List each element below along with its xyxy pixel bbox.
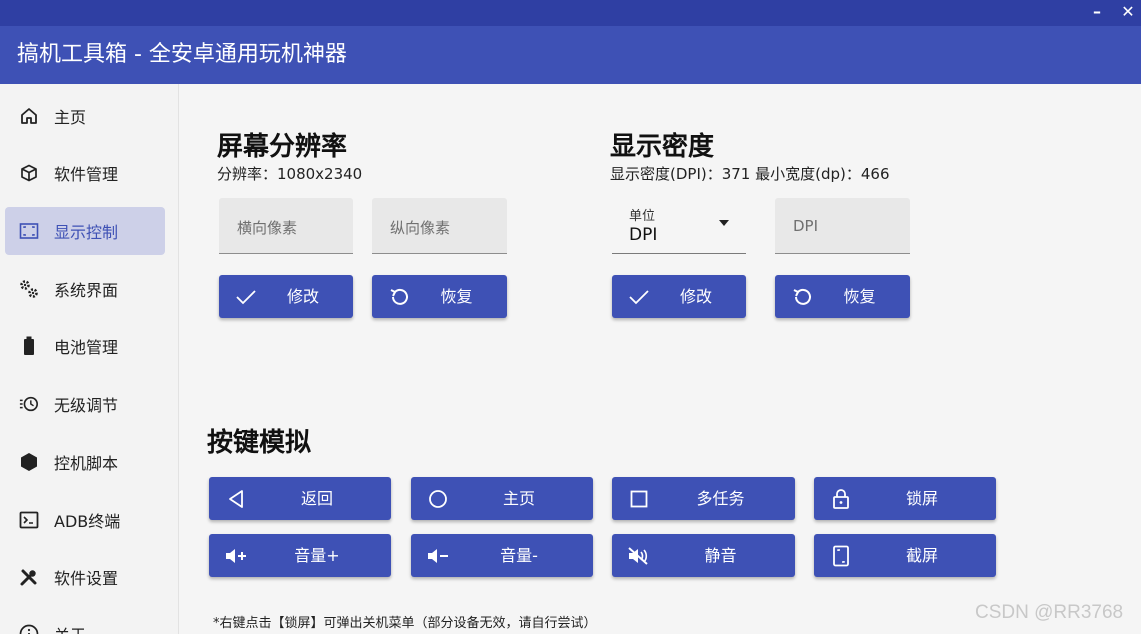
width-pixels-placeholder: 横向像素 xyxy=(237,219,298,237)
density-title: 显示密度 xyxy=(610,132,715,162)
resolution-reset-button[interactable]: 恢复 xyxy=(372,275,507,318)
density-apply-button[interactable]: 修改 xyxy=(612,275,746,318)
recents-square-icon xyxy=(626,477,652,520)
button-label: 多任务 xyxy=(696,489,745,508)
sidebar-item-battery[interactable]: 电池管理 xyxy=(5,322,165,370)
lock-hint-footnote: *右键点击【锁屏】可弹出关机菜单（部分设备无效，请自行尝试） xyxy=(213,616,597,631)
button-label: 锁屏 xyxy=(905,489,938,508)
button-label: 主页 xyxy=(502,489,535,508)
window-titlebar: – ✕ xyxy=(0,0,1141,26)
screenshot-icon xyxy=(828,534,854,577)
hexagon-icon xyxy=(19,452,39,472)
button-label: 截屏 xyxy=(905,546,938,565)
screen-icon xyxy=(19,221,39,241)
dropdown-arrow-icon xyxy=(719,220,729,226)
key-back-button[interactable]: 返回 xyxy=(209,477,391,520)
sidebar-item-label: 电池管理 xyxy=(54,338,119,357)
sidebar-item-label: 软件设置 xyxy=(54,569,119,588)
key-recents-button[interactable]: 多任务 xyxy=(612,477,795,520)
home-circle-icon xyxy=(425,477,451,520)
mute-icon xyxy=(626,534,652,577)
volume-down-icon xyxy=(425,534,451,577)
key-mute-button[interactable]: 静音 xyxy=(612,534,795,577)
button-label: 修改 xyxy=(286,287,319,306)
dpi-placeholder: DPI xyxy=(793,217,819,235)
sidebar-item-scripts[interactable]: 控机脚本 xyxy=(5,438,165,486)
button-label: 修改 xyxy=(679,287,712,306)
check-icon xyxy=(233,275,259,318)
sidebar-item-adb[interactable]: ADB终端 xyxy=(5,496,165,544)
sidebar-item-label: 主页 xyxy=(54,108,87,127)
battery-icon xyxy=(19,336,39,356)
app-header: 搞机工具箱 - 全安卓通用玩机神器 xyxy=(0,26,1141,84)
unit-select-value: DPI xyxy=(629,225,658,245)
height-pixels-placeholder: 纵向像素 xyxy=(390,219,451,237)
button-label: 音量- xyxy=(500,546,538,565)
sidebar-item-software[interactable]: 软件管理 xyxy=(5,149,165,197)
sidebar-item-label: 无级调节 xyxy=(54,396,119,415)
sidebar-item-label: 显示控制 xyxy=(54,223,119,242)
sidebar-item-display[interactable]: 显示控制 xyxy=(5,207,165,255)
dpi-input[interactable]: DPI xyxy=(775,198,910,254)
sidebar-item-about[interactable]: 关于 xyxy=(5,610,165,634)
sidebar-item-settings[interactable]: 软件设置 xyxy=(5,553,165,601)
sidebar-item-label: 系统界面 xyxy=(54,281,119,300)
timer-icon xyxy=(19,394,39,414)
sidebar-item-label: 关于 xyxy=(54,622,86,634)
key-volume-down-button[interactable]: 音量- xyxy=(411,534,593,577)
check-icon xyxy=(626,275,652,318)
key-screenshot-button[interactable]: 截屏 xyxy=(814,534,996,577)
main-content: 屏幕分辨率 分辨率：1080x2340 横向像素 纵向像素 修改 恢复 显示密度… xyxy=(180,84,1141,634)
tools-icon xyxy=(19,567,39,587)
app-title: 搞机工具箱 - 全安卓通用玩机神器 xyxy=(17,42,347,67)
density-info: 显示密度(DPI)：371 最小宽度(dp)：466 xyxy=(610,165,890,183)
info-icon xyxy=(19,624,39,634)
keys-title: 按键模拟 xyxy=(207,428,312,458)
height-pixels-input[interactable]: 纵向像素 xyxy=(372,198,507,254)
unit-select[interactable]: 单位 DPI xyxy=(612,198,746,254)
lock-icon xyxy=(828,477,854,520)
button-label: 恢复 xyxy=(843,287,876,306)
resolution-info: 分辨率：1080x2340 xyxy=(217,165,363,183)
key-home-button[interactable]: 主页 xyxy=(411,477,593,520)
button-label: 恢复 xyxy=(440,287,473,306)
resolution-apply-button[interactable]: 修改 xyxy=(219,275,353,318)
width-pixels-input[interactable]: 横向像素 xyxy=(219,198,353,254)
terminal-icon xyxy=(19,510,39,530)
button-label: 静音 xyxy=(704,546,737,565)
sidebar-item-stepless[interactable]: 无级调节 xyxy=(5,380,165,428)
restore-icon xyxy=(789,275,815,318)
watermark: CSDN @RR3768 xyxy=(975,602,1124,623)
sidebar: 主页 软件管理 显示控制 系统界面 电池管理 无级调节 控机脚本 ADB终端 软… xyxy=(0,84,179,634)
sidebar-item-label: ADB终端 xyxy=(54,512,121,531)
back-triangle-icon xyxy=(223,477,249,520)
unit-select-label: 单位 xyxy=(629,209,656,224)
density-reset-button[interactable]: 恢复 xyxy=(775,275,910,318)
home-icon xyxy=(19,106,39,126)
volume-up-icon xyxy=(223,534,249,577)
key-lock-button[interactable]: 锁屏 xyxy=(814,477,996,520)
restore-icon xyxy=(386,275,412,318)
button-label: 音量+ xyxy=(294,546,340,565)
close-button[interactable]: ✕ xyxy=(1118,0,1138,24)
sidebar-item-system-ui[interactable]: 系统界面 xyxy=(5,265,165,313)
sidebar-item-label: 控机脚本 xyxy=(54,454,119,473)
key-volume-up-button[interactable]: 音量+ xyxy=(209,534,391,577)
button-label: 返回 xyxy=(300,489,333,508)
package-icon xyxy=(19,163,39,183)
resolution-title: 屏幕分辨率 xyxy=(217,132,348,162)
minimize-button[interactable]: – xyxy=(1088,0,1106,24)
sidebar-item-home[interactable]: 主页 xyxy=(5,92,165,140)
sidebar-item-label: 软件管理 xyxy=(54,165,119,184)
gears-icon xyxy=(19,279,39,299)
